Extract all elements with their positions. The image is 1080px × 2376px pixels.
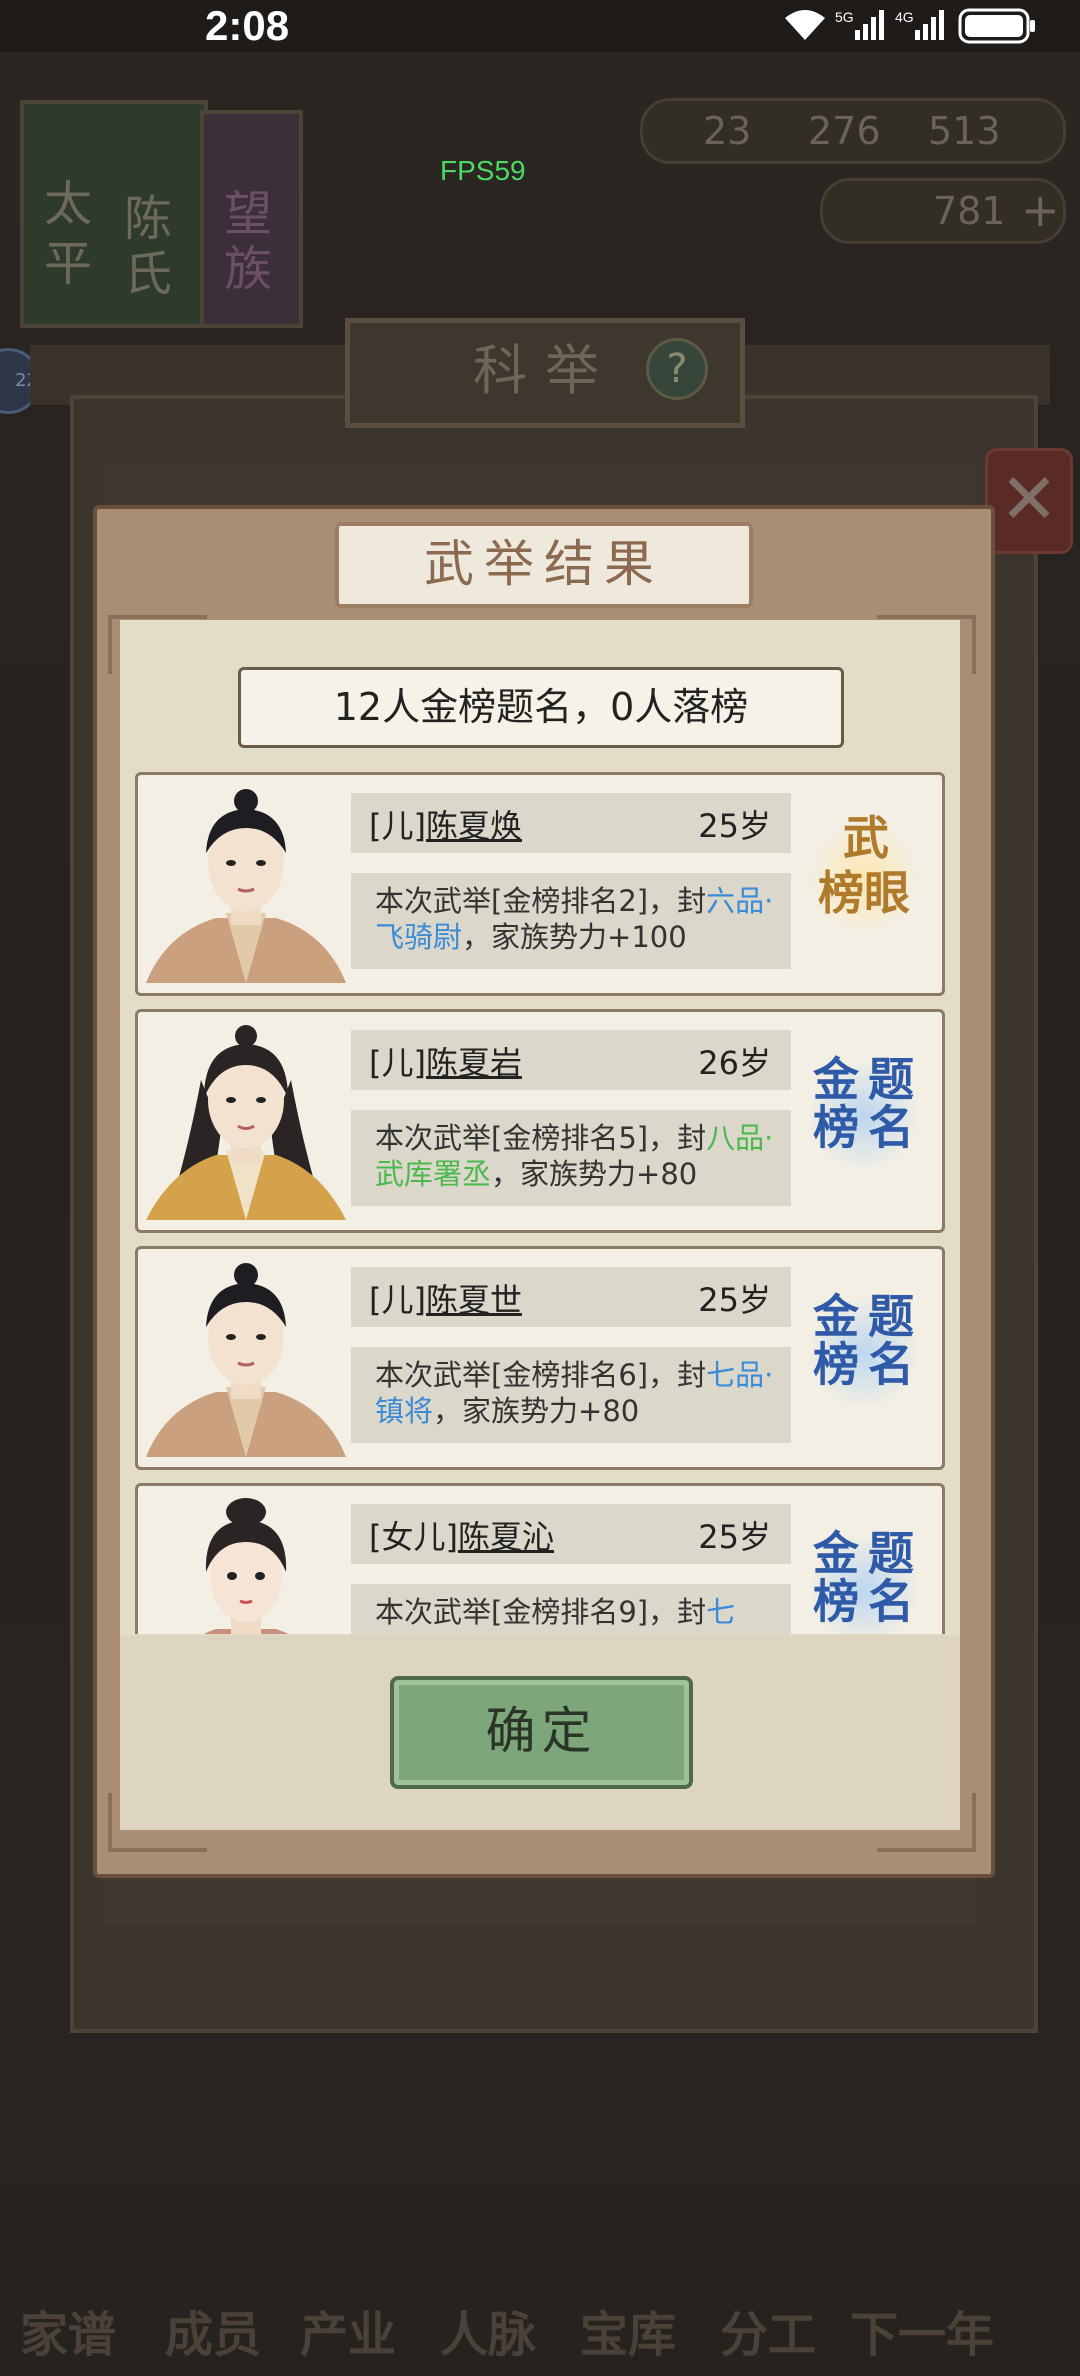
- member-name[interactable]: [儿]陈夏岩: [369, 1038, 522, 1084]
- result-description: 本次武举[金榜排名5]，封八品·武库署丞，家族势力+80: [375, 1120, 775, 1192]
- nav-item-connections[interactable]: 人脉: [440, 2295, 536, 2365]
- badge-text: 题名: [861, 1292, 915, 1388]
- rank-badge-jinbang: 金榜 题名: [803, 1040, 928, 1195]
- desc-suffix: ，家族势力+80: [491, 1157, 698, 1191]
- nav-item-family-tree[interactable]: 家谱: [20, 2295, 116, 2365]
- result-description: 本次武举[金榜排名6]，封七品·镇将，家族势力+80: [375, 1357, 775, 1429]
- resource-value: 276: [808, 109, 881, 153]
- member-name-link[interactable]: 陈夏岩: [426, 1044, 522, 1082]
- svg-text:4G: 4G: [895, 9, 914, 25]
- badge-text: 题名: [861, 1529, 915, 1625]
- member-age: 26岁: [698, 1044, 771, 1082]
- resource-value: 23: [703, 109, 752, 153]
- nav-item-members[interactable]: 成员: [165, 2295, 261, 2365]
- desc-prefix: 本次武举[金榜排名2]，封: [375, 884, 707, 918]
- status-bar: 2:08 5G 4G: [0, 0, 1080, 52]
- gold-value: 781: [933, 189, 1006, 233]
- relation-label: [女儿]: [369, 1518, 458, 1556]
- badge-text: 武: [843, 811, 889, 865]
- svg-text:5G: 5G: [835, 9, 854, 25]
- desc-suffix: ，家族势力+100: [462, 920, 687, 954]
- corner-ornament: [877, 1793, 976, 1852]
- wifi-icon: [785, 10, 825, 40]
- fps-counter: FPS59: [440, 155, 526, 186]
- member-name[interactable]: [女儿]陈夏沁: [369, 1512, 554, 1558]
- relation-label: [儿]: [369, 1044, 426, 1082]
- help-icon[interactable]: ?: [646, 338, 708, 400]
- member-name[interactable]: [儿]陈夏焕: [369, 801, 522, 847]
- confirm-button[interactable]: 确定: [390, 1676, 693, 1789]
- desc-bar: 本次武举[金榜排名9]，封七: [351, 1584, 791, 1634]
- badge-text: 金榜: [806, 1529, 860, 1625]
- nav-item-next-year[interactable]: 下一年: [850, 2295, 994, 2365]
- result-description: 本次武举[金榜排名2]，封六品·飞骑尉，家族势力+100: [375, 883, 775, 955]
- member-age: 25岁: [698, 1518, 771, 1556]
- portrait-avatar: [146, 1257, 346, 1457]
- member-name-link[interactable]: 陈夏焕: [426, 807, 522, 845]
- name-bar: [儿]陈夏世 25岁: [351, 1267, 791, 1327]
- member-age: 25岁: [698, 1281, 771, 1319]
- member-name[interactable]: [儿]陈夏世: [369, 1275, 522, 1321]
- result-card: [女儿]陈夏沁 25岁 本次武举[金榜排名9]，封七 金榜 题名: [135, 1483, 945, 1634]
- name-bar: [儿]陈夏岩 26岁: [351, 1030, 791, 1090]
- battery-icon: [958, 8, 1035, 44]
- nav-item-division[interactable]: 分工: [720, 2295, 816, 2365]
- portrait-avatar: [146, 1494, 346, 1634]
- desc-bar: 本次武举[金榜排名2]，封六品·飞骑尉，家族势力+100: [351, 873, 791, 969]
- badge-text: 榜眼: [818, 866, 910, 920]
- relation-label: [儿]: [369, 1281, 426, 1319]
- nav-item-treasury[interactable]: 宝库: [580, 2295, 676, 2365]
- book-char: 氏: [124, 246, 173, 302]
- rank-badge-bangyan: 武 榜眼: [803, 803, 928, 958]
- result-card: [儿]陈夏焕 25岁 本次武举[金榜排名2]，封六品·飞骑尉，家族势力+100 …: [135, 772, 945, 996]
- rank-badge-jinbang: 金榜 题名: [803, 1277, 928, 1432]
- status-time: 2:08: [205, 2, 290, 49]
- rank-title: 七: [706, 1595, 736, 1629]
- badge-text: 题名: [861, 1055, 915, 1151]
- badge-text: 金榜: [806, 1292, 860, 1388]
- relation-label: [儿]: [369, 807, 426, 845]
- result-card: [儿]陈夏岩 26岁 本次武举[金榜排名5]，封八品·武库署丞，家族势力+80 …: [135, 1009, 945, 1233]
- result-card: [儿]陈夏世 25岁 本次武举[金榜排名6]，封七品·镇将，家族势力+80 金榜…: [135, 1246, 945, 1470]
- rank-badge-jinbang: 金榜 题名: [803, 1514, 928, 1634]
- badge-text: 金榜: [806, 1055, 860, 1151]
- book-char: 族: [224, 241, 273, 297]
- resource-value: 513: [928, 109, 1001, 153]
- corner-ornament: [877, 615, 976, 674]
- close-icon[interactable]: ✕: [985, 448, 1073, 554]
- member-age: 25岁: [698, 807, 771, 845]
- result-description: 本次武举[金榜排名9]，封七: [375, 1594, 775, 1630]
- corner-ornament: [108, 615, 207, 674]
- portrait-avatar: [146, 783, 346, 983]
- name-bar: [女儿]陈夏沁 25岁: [351, 1504, 791, 1564]
- resource-bar: 23 276 513: [640, 98, 1066, 164]
- member-name-link[interactable]: 陈夏沁: [458, 1518, 554, 1556]
- corner-ornament: [108, 1793, 207, 1852]
- modal-title: 武举结果: [335, 522, 753, 608]
- member-name-link[interactable]: 陈夏世: [426, 1281, 522, 1319]
- gold-bar[interactable]: 781 +: [820, 178, 1066, 244]
- desc-prefix: 本次武举[金榜排名9]，封: [375, 1595, 707, 1629]
- signal-5g-icon: 5G: [835, 9, 884, 40]
- clan-book-side: 望 族: [200, 110, 303, 328]
- desc-prefix: 本次武举[金榜排名5]，封: [375, 1121, 707, 1155]
- book-char: 平: [44, 236, 93, 292]
- nav-item-property[interactable]: 产业: [300, 2295, 396, 2365]
- desc-suffix: ，家族势力+80: [433, 1394, 640, 1428]
- result-list[interactable]: [儿]陈夏焕 25岁 本次武举[金榜排名2]，封六品·飞骑尉，家族势力+100 …: [135, 772, 945, 1634]
- desc-bar: 本次武举[金榜排名5]，封八品·武库署丞，家族势力+80: [351, 1110, 791, 1206]
- clan-book: 太 平 陈 氏: [20, 100, 208, 328]
- portrait-avatar: [146, 1020, 346, 1220]
- name-bar: [儿]陈夏焕 25岁: [351, 793, 791, 853]
- add-gold-icon[interactable]: +: [1021, 183, 1060, 237]
- result-summary: 12人金榜题名，0人落榜: [238, 667, 844, 748]
- desc-prefix: 本次武举[金榜排名6]，封: [375, 1358, 707, 1392]
- bottom-nav: 家谱 成员 产业 人脉 宝库 分工 下一年: [0, 2185, 1080, 2376]
- signal-4g-icon: 4G: [895, 9, 944, 40]
- desc-bar: 本次武举[金榜排名6]，封七品·镇将，家族势力+80: [351, 1347, 791, 1443]
